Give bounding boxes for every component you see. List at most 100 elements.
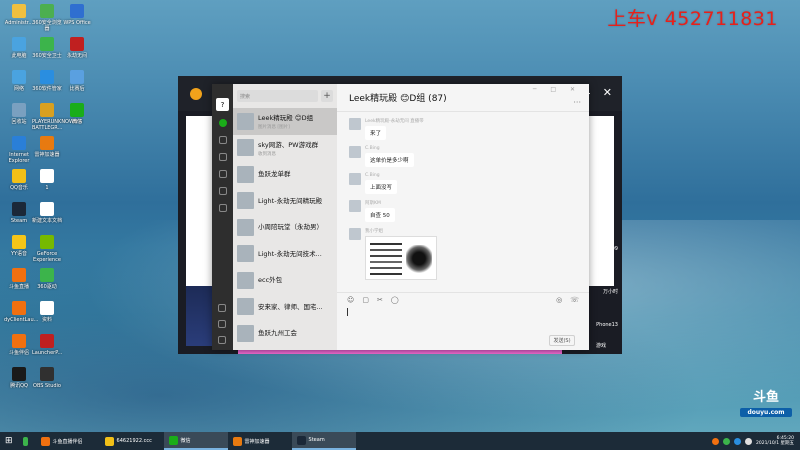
screenshot-icon[interactable]: ✂	[377, 296, 383, 304]
desktop-icon[interactable]: 雷神加速器	[32, 136, 62, 158]
sender-avatar[interactable]	[349, 228, 361, 240]
taskbar-item[interactable]: 雷神加速器	[228, 432, 292, 450]
emoji-icon[interactable]: ☺	[347, 296, 354, 304]
taskbar-item[interactable]: 斗鱼直播伴侣	[36, 432, 100, 450]
desktop-icon[interactable]: 360软件管家	[32, 70, 62, 92]
user-avatar[interactable]: ?	[216, 98, 229, 111]
tray-network-icon[interactable]	[733, 437, 741, 445]
mobile-icon[interactable]	[218, 320, 226, 328]
desktop-icon[interactable]: 新建文本文档	[32, 202, 62, 224]
bg-close-icon[interactable]: ✕	[603, 86, 612, 99]
desktop-icon-label: 斗鱼直播	[8, 284, 29, 290]
desktop-icon[interactable]: 此电脑	[4, 37, 34, 59]
conversation-item[interactable]: 鱼跃龙单群	[233, 161, 337, 188]
conversation-name: Light-永劫无间精玩殿	[258, 196, 323, 205]
taskbar-item[interactable]	[18, 432, 36, 450]
clock-date: 2021/10/1 星期五	[755, 441, 794, 446]
side-label-b: 万小时	[602, 289, 618, 295]
desktop-icon-label: LauncherP...	[32, 350, 63, 356]
desktop-icon-label: 360软件管家	[32, 86, 62, 92]
message-bubble[interactable]: 来了	[365, 126, 387, 140]
taskbar-item[interactable]: Steam	[291, 432, 356, 450]
desktop-icon[interactable]: GeForce Experience	[32, 235, 62, 263]
tray-360-icon[interactable]	[722, 437, 730, 445]
sender-avatar[interactable]	[349, 200, 361, 212]
message-image[interactable]	[365, 236, 437, 280]
sender-avatar[interactable]	[349, 118, 361, 130]
tray-douyu-icon[interactable]	[711, 437, 719, 445]
desktop-icon[interactable]: QQ音乐	[4, 169, 34, 191]
conversation-name: Light-永劫无间技术...	[258, 249, 322, 258]
app-icon	[40, 367, 54, 381]
conversation-item[interactable]: 小周陪玩堂（永劫男）	[233, 214, 337, 241]
call-icon[interactable]: ☏	[570, 296, 579, 304]
conversation-text: sky网游、PW游戏群 收到消息	[258, 139, 333, 157]
favorites-nav-icon[interactable]	[218, 153, 227, 161]
conversation-name: 鱼跃九州工会	[258, 329, 297, 338]
desktop-icon[interactable]: 网络	[4, 70, 34, 92]
desktop-icon-label: 永劫无间	[66, 53, 87, 59]
search-input[interactable]: 搜索	[237, 90, 318, 102]
sender-avatar[interactable]	[349, 146, 361, 158]
conversation-avatar	[237, 271, 254, 289]
tray-volume-icon[interactable]	[744, 437, 752, 445]
desktop-icon[interactable]: 斗鱼伴侣	[4, 334, 34, 356]
phone-icon[interactable]	[218, 304, 226, 312]
conversation-item[interactable]: 鱼跃九州工会	[233, 320, 337, 347]
conversation-text: Leek精玩殿 😊D组 图片消息 [图片]	[258, 112, 333, 130]
conversation-item[interactable]: sky网游、PW游戏群 收到消息	[233, 135, 337, 162]
taskbar-item[interactable]: 微信	[163, 432, 228, 450]
conversation-item[interactable]: Light-永劫无间精玩殿	[233, 188, 337, 215]
conversation-item[interactable]: 安来家、律师、国宅...	[233, 294, 337, 321]
desktop-icon[interactable]: PLAYERUNKNOWN'S BATTLEGR...	[32, 103, 82, 131]
desktop-icon[interactable]: 360安全浏览器	[32, 4, 62, 32]
desktop-icon[interactable]: 斗鱼直播	[4, 268, 34, 290]
desktop-icon[interactable]: OBS Studio	[32, 367, 62, 389]
message-bubble[interactable]: 上面没写	[365, 180, 398, 194]
desktop-icon[interactable]: Steam	[4, 202, 34, 224]
conversation-item[interactable]: Leek精玩殿 😊D组 图片消息 [图片]	[233, 108, 337, 135]
live-icon[interactable]: ◎	[556, 296, 562, 304]
contacts-nav-icon[interactable]	[218, 136, 227, 144]
desktop-icon[interactable]: Internet Explorer	[4, 136, 34, 164]
taskbar-item[interactable]: 64621922.ccc	[100, 432, 164, 450]
desktop-icon[interactable]: YY语音	[4, 235, 34, 257]
desktop-icon-label: OBS Studio	[33, 383, 61, 389]
file-icon[interactable]: ▢	[362, 296, 369, 304]
add-button[interactable]: +	[321, 90, 333, 102]
chat-history-icon[interactable]: ◯	[391, 296, 399, 304]
desktop-icon[interactable]: 腾讯QQ	[4, 367, 34, 389]
miniprogram-nav-icon[interactable]	[218, 204, 227, 212]
clock[interactable]: 6:45:20 2021/10/1 星期五	[756, 436, 794, 446]
desktop-icon[interactable]: 回收站	[4, 103, 34, 125]
desktop-icon[interactable]: WPS Office	[62, 4, 92, 26]
message-bubble[interactable]: 这单价是多少啊	[365, 153, 414, 167]
files-nav-icon[interactable]	[218, 170, 227, 178]
desktop-icon[interactable]: dyClientLau...	[4, 301, 38, 323]
window-buttons[interactable]: ─ □ ✕	[533, 86, 581, 93]
desktop-icon[interactable]: Administr...	[4, 4, 34, 26]
desktop-icon[interactable]: 资料	[32, 301, 62, 323]
conversation-avatar	[237, 165, 254, 183]
desktop-icon[interactable]: 1	[32, 169, 62, 191]
desktop-icon[interactable]: 永劫无间	[62, 37, 92, 59]
chat-nav-icon[interactable]	[218, 119, 227, 127]
more-icon[interactable]: ···	[573, 98, 581, 107]
desktop-icon[interactable]: 比赛后	[62, 70, 92, 92]
desktop-icon[interactable]: 360驱动	[32, 268, 62, 290]
send-button[interactable]: 发送(S)	[549, 335, 575, 346]
conversation-item[interactable]: Light-永劫无间技术...	[233, 241, 337, 268]
start-button[interactable]: ⊞	[0, 432, 18, 450]
message-bubble[interactable]: 自查 50	[365, 208, 395, 222]
desktop-icon[interactable]: 微信	[62, 103, 92, 125]
desktop-icon[interactable]: LauncherP...	[32, 334, 62, 356]
conversation-item[interactable]: ecc外包	[233, 267, 337, 294]
desktop-icon[interactable]: 360安全卫士	[32, 37, 62, 59]
message-input-caret[interactable]	[347, 308, 348, 316]
wechat-window[interactable]: ? 搜索 + Leek精玩殿 😊D组 图片消息 [图片] sky网游、PW游戏群 收到…	[212, 84, 589, 350]
menu-icon[interactable]	[218, 336, 226, 344]
desktop-icon-label: 360安全浏览器	[32, 20, 62, 32]
app-icon	[40, 37, 54, 51]
sender-avatar[interactable]	[349, 173, 361, 185]
moments-nav-icon[interactable]	[218, 187, 227, 195]
